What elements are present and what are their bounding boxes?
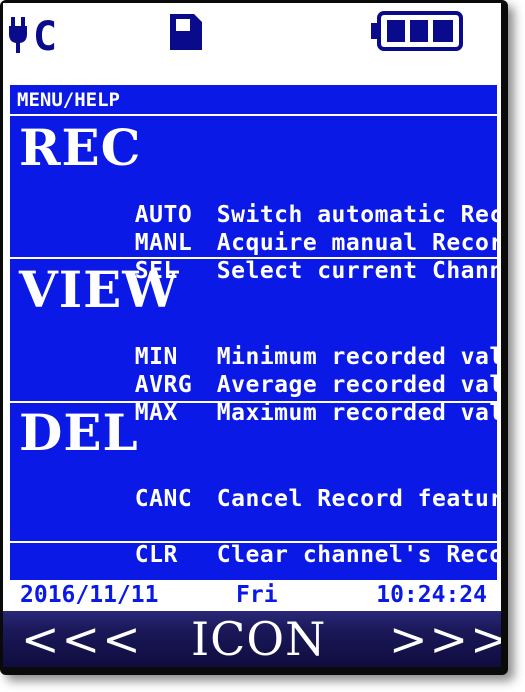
- weekday-label: Fri: [236, 582, 278, 608]
- status-bar: C: [3, 3, 501, 85]
- sd-card-icon: [170, 14, 202, 50]
- previous-button[interactable]: <<<: [21, 615, 143, 663]
- menu-code: CANC: [134, 486, 193, 512]
- menu-desc: Clear channel's Record: [216, 542, 501, 568]
- menu-desc: Maximum recorded value: [216, 400, 501, 426]
- divider: [10, 257, 497, 259]
- menu-help-title: MENU/HELP: [17, 89, 120, 111]
- divider: [10, 114, 497, 116]
- menu-desc: Select current Channel: [216, 258, 501, 284]
- datetime-bar: 2016/11/11 Fri 10:24:24: [10, 580, 497, 610]
- section-title-del: DEL: [19, 403, 139, 462]
- softkey-bar: <<< ICON >>>: [3, 611, 501, 667]
- battery-icon: [371, 11, 463, 51]
- date-label: 2016/11/11: [20, 582, 159, 608]
- menu-help-panel: MENU/HELP REC AUTOSwitch automatic Recor…: [10, 85, 501, 580]
- divider: [10, 541, 497, 543]
- menu-code: MAX: [134, 400, 178, 426]
- display-screen: C MENU/HELP REC AUTO Switch automatic Rec…: [3, 3, 501, 667]
- icon-button[interactable]: ICON: [191, 615, 326, 663]
- section-title-rec: REC: [19, 118, 142, 177]
- power-source-label: C: [33, 15, 57, 55]
- section-title-view: VIEW: [19, 260, 180, 319]
- menu-desc: Cancel Record feature: [216, 486, 501, 512]
- menu-code: CLR: [134, 542, 178, 568]
- next-button[interactable]: >>>: [389, 615, 501, 663]
- power-plug-icon: C: [9, 15, 57, 55]
- device-frame: C MENU/HELP REC AUTO Switch automatic Rec…: [0, 0, 508, 675]
- time-label: 10:24:24: [376, 582, 487, 608]
